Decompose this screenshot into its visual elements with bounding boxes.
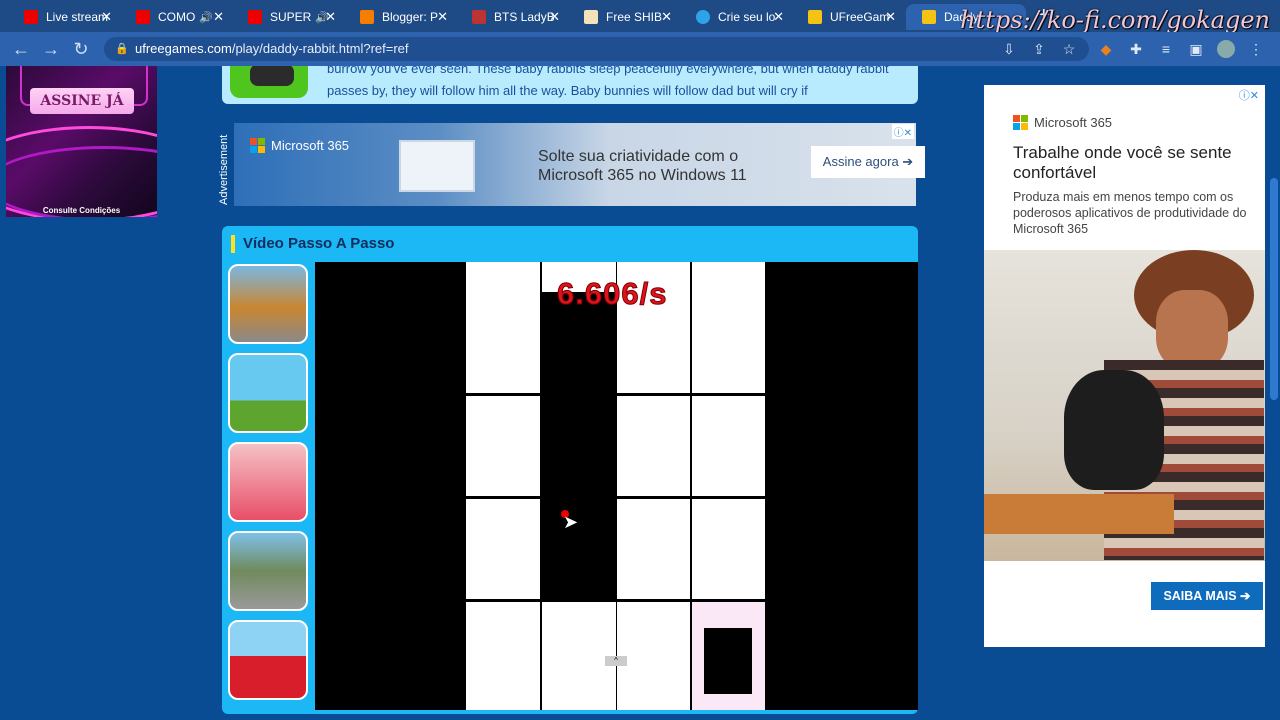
close-icon[interactable]: ✕ bbox=[549, 9, 560, 25]
watermark-text: https://ko-fi.com/gokagen bbox=[960, 6, 1270, 34]
browser-toolbar: ← → ↻ 🔒 ufreegames.com/play/daddy-rabbit… bbox=[0, 32, 1280, 66]
blogger-icon bbox=[360, 10, 374, 24]
close-icon[interactable]: ✕ bbox=[101, 9, 112, 25]
bookmark-star-icon[interactable]: ☆ bbox=[1060, 40, 1078, 58]
tab-ufreegames[interactable]: UFreeGam ✕ bbox=[792, 4, 904, 30]
panel-title: Vídeo Passo A Passo bbox=[231, 235, 394, 253]
close-icon[interactable]: ✕ bbox=[437, 9, 448, 25]
white-tile[interactable] bbox=[466, 499, 540, 599]
white-tile[interactable] bbox=[617, 499, 690, 599]
christmas-girl-game-thumb[interactable] bbox=[228, 620, 308, 700]
ufreegames-icon bbox=[808, 10, 822, 24]
microsoft-logo-icon bbox=[1013, 115, 1028, 130]
lock-icon: 🔒 bbox=[115, 43, 129, 55]
advertisement-label: Advertisement bbox=[218, 134, 230, 205]
white-tile[interactable] bbox=[692, 499, 765, 599]
banner-advertisement[interactable]: Advertisement Microsoft 365 Solte sua cr… bbox=[218, 123, 925, 206]
avatar[interactable] bbox=[1217, 40, 1235, 58]
racing-game-thumb[interactable] bbox=[228, 531, 308, 611]
forward-button[interactable]: → bbox=[40, 38, 62, 60]
ladybug-icon bbox=[472, 10, 486, 24]
install-icon[interactable]: ⇩ bbox=[1000, 40, 1018, 58]
close-icon[interactable]: ✕ bbox=[885, 9, 896, 25]
page-icon bbox=[584, 10, 598, 24]
game-description: burrow you've ever seen. These baby rabb… bbox=[222, 66, 918, 104]
white-tile[interactable] bbox=[692, 396, 765, 496]
tab-crie-seu-logo[interactable]: Crie seu lo ✕ bbox=[680, 4, 792, 30]
fine-print: Consulte Condições bbox=[42, 206, 121, 215]
close-icon[interactable]: ✕ bbox=[213, 9, 224, 25]
assine-agora-button[interactable]: Assine agora ➔ bbox=[811, 146, 925, 178]
white-tile[interactable] bbox=[692, 262, 765, 393]
tab-free-shib[interactable]: Free SHIB ✕ bbox=[568, 4, 680, 30]
tab-bts-ladyb[interactable]: BTS LadyB ✕ bbox=[456, 4, 568, 30]
close-icon[interactable]: ✕ bbox=[325, 9, 336, 25]
extensions-puzzle-icon[interactable]: ✚ bbox=[1127, 40, 1145, 58]
ad-headline: Trabalhe onde você se sente confortável bbox=[1013, 143, 1232, 182]
scrollbar-thumb[interactable] bbox=[1270, 178, 1278, 400]
tab-live-stream[interactable]: Live stream ✕ bbox=[8, 4, 120, 30]
white-tile[interactable] bbox=[617, 602, 690, 710]
youtube-icon bbox=[136, 10, 150, 24]
assine-ja-button[interactable]: ASSINE JÁ bbox=[30, 88, 134, 114]
game-timer: 6.606/s bbox=[556, 276, 668, 312]
microsoft-logo-icon bbox=[250, 138, 265, 153]
url-domain: ufreegames.com bbox=[135, 41, 232, 56]
menu-kebab-icon[interactable]: ⋮ bbox=[1247, 40, 1265, 58]
back-button[interactable]: ← bbox=[10, 38, 32, 60]
white-tile[interactable] bbox=[466, 602, 540, 710]
youtube-icon bbox=[24, 10, 38, 24]
woman-with-dog-photo bbox=[984, 250, 1265, 561]
reload-button[interactable]: ↻ bbox=[70, 38, 92, 60]
white-tile[interactable] bbox=[466, 396, 540, 496]
close-icon[interactable]: ✕ bbox=[773, 9, 784, 25]
url-path: /play/daddy-rabbit.html?ref=ref bbox=[231, 41, 409, 56]
description-text: burrow you've ever seen. These baby rabb… bbox=[327, 66, 889, 98]
game-icon bbox=[230, 66, 308, 98]
white-tile[interactable] bbox=[617, 396, 690, 496]
ad-close-icon[interactable]: ⓘ✕ bbox=[891, 124, 914, 139]
tab-strip: Live stream ✕ COMO 🔊 ✕ SUPER 🔊 ✕ Blogger: P ✕ … bbox=[0, 0, 1280, 34]
canva-icon bbox=[696, 10, 710, 24]
black-tile[interactable] bbox=[704, 628, 752, 694]
mouse-cursor-icon: ➤ bbox=[563, 512, 579, 532]
platformer-game-thumb[interactable] bbox=[228, 353, 308, 433]
page-scrollbar[interactable] bbox=[1268, 66, 1280, 720]
car-game-thumb[interactable] bbox=[228, 264, 308, 344]
ad-info-close-icon[interactable]: ⓘ✕ bbox=[1239, 87, 1259, 103]
game-video[interactable]: ^ ➤ 6.606/s bbox=[315, 262, 918, 710]
ad-brand: Microsoft 365 bbox=[1034, 115, 1113, 130]
ad-brand: Microsoft 365 bbox=[271, 138, 350, 153]
metamask-icon[interactable]: ◆ bbox=[1097, 40, 1115, 58]
share-icon[interactable]: ⇪ bbox=[1030, 40, 1048, 58]
ad-body: Produza mais em menos tempo com os poder… bbox=[1013, 190, 1247, 236]
right-advertisement[interactable]: ⓘ✕ Microsoft 365 Trabalhe onde você se s… bbox=[984, 85, 1265, 647]
left-advertisement[interactable]: ASSINE JÁ Consulte Condições bbox=[6, 66, 157, 217]
speaker-icon[interactable]: 🔊 bbox=[199, 11, 213, 24]
ad-headline: Solte sua criatividade com o Microsoft 3… bbox=[538, 148, 747, 184]
laptop-screen-image bbox=[399, 140, 475, 192]
ufreegames-icon bbox=[922, 10, 936, 24]
side-panel-icon[interactable]: ▣ bbox=[1187, 40, 1205, 58]
caret-up-icon: ^ bbox=[605, 656, 627, 666]
tab-como[interactable]: COMO 🔊 ✕ bbox=[120, 4, 232, 30]
media-controls-icon[interactable]: ≡ bbox=[1157, 40, 1175, 58]
saiba-mais-button[interactable]: SAIBA MAIS ➔ bbox=[1151, 582, 1263, 610]
white-tile[interactable] bbox=[466, 262, 540, 393]
tab-super[interactable]: SUPER 🔊 ✕ bbox=[232, 4, 344, 30]
address-bar[interactable]: 🔒 ufreegames.com/play/daddy-rabbit.html?… bbox=[104, 37, 1089, 61]
youtube-icon bbox=[248, 10, 262, 24]
runner-game-thumb[interactable] bbox=[228, 442, 308, 522]
close-icon[interactable]: ✕ bbox=[661, 9, 672, 25]
tab-blogger[interactable]: Blogger: P ✕ bbox=[344, 4, 456, 30]
